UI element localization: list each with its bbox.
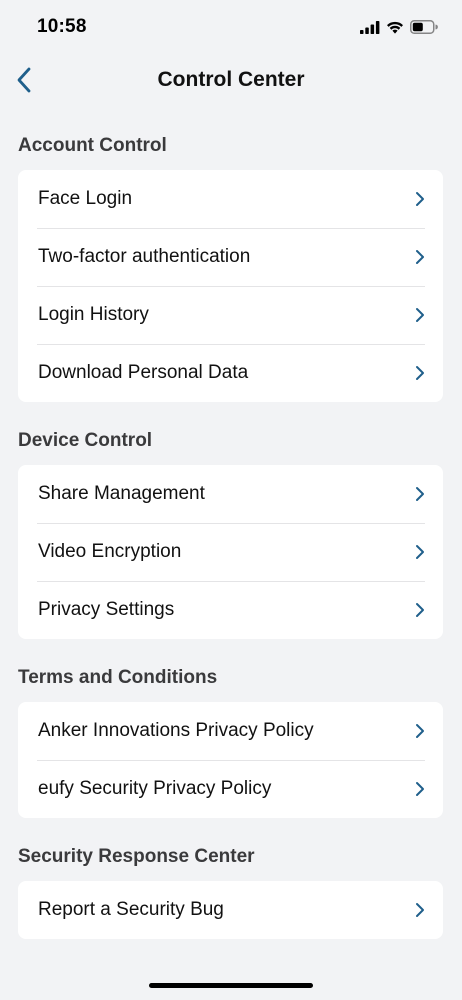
row-anker-privacy-policy[interactable]: Anker Innovations Privacy Policy [18, 702, 443, 760]
security-response-card: Report a Security Bug [18, 881, 443, 939]
chevron-right-icon [415, 365, 425, 381]
chevron-right-icon [415, 602, 425, 618]
chevron-right-icon [415, 191, 425, 207]
chevron-right-icon [415, 249, 425, 265]
status-time: 10:58 [37, 16, 87, 37]
chevron-right-icon [415, 781, 425, 797]
row-label: eufy Security Privacy Policy [38, 778, 272, 799]
row-label: Login History [38, 304, 149, 325]
row-label: Privacy Settings [38, 599, 175, 620]
section-terms-and-conditions: Terms and Conditions Anker Innovations P… [0, 639, 462, 818]
settings-list: Account Control Face Login Two-factor au… [0, 110, 462, 939]
row-video-encryption[interactable]: Video Encryption [18, 523, 443, 581]
row-label: Two-factor authentication [38, 246, 251, 267]
battery-icon [410, 20, 438, 39]
row-share-management[interactable]: Share Management [18, 465, 443, 523]
chevron-right-icon [415, 902, 425, 918]
row-face-login[interactable]: Face Login [18, 170, 443, 228]
row-report-security-bug[interactable]: Report a Security Bug [18, 881, 443, 939]
home-indicator[interactable] [149, 983, 313, 988]
section-header: Terms and Conditions [18, 667, 218, 688]
section-device-control: Device Control Share Management Video En… [0, 402, 462, 639]
status-bar: 10:58 [0, 0, 462, 54]
chevron-right-icon [415, 307, 425, 323]
row-eufy-privacy-policy[interactable]: eufy Security Privacy Policy [18, 760, 443, 818]
section-security-response-center: Security Response Center Report a Securi… [0, 818, 462, 939]
chevron-right-icon [415, 544, 425, 560]
row-label: Report a Security Bug [38, 899, 224, 920]
section-header: Security Response Center [18, 846, 255, 867]
section-header: Device Control [18, 430, 153, 451]
chevron-right-icon [415, 486, 425, 502]
section-account-control: Account Control Face Login Two-factor au… [0, 110, 462, 402]
row-login-history[interactable]: Login History [18, 286, 443, 344]
row-two-factor-authentication[interactable]: Two-factor authentication [18, 228, 443, 286]
row-label: Face Login [38, 188, 133, 209]
account-control-card: Face Login Two-factor authentication Log… [18, 170, 443, 402]
terms-card: Anker Innovations Privacy Policy eufy Se… [18, 702, 443, 818]
chevron-right-icon [415, 723, 425, 739]
device-control-card: Share Management Video Encryption Privac… [18, 465, 443, 639]
row-label: Anker Innovations Privacy Policy [38, 720, 314, 741]
status-icons [360, 20, 438, 39]
row-label: Share Management [38, 483, 205, 504]
page-title: Control Center [157, 68, 305, 91]
section-header: Account Control [18, 135, 167, 156]
row-download-personal-data[interactable]: Download Personal Data [18, 344, 443, 402]
cellular-signal-icon [360, 20, 380, 39]
nav-bar: Control Center [0, 54, 462, 110]
wifi-icon [386, 21, 404, 39]
row-label: Video Encryption [38, 541, 182, 562]
row-privacy-settings[interactable]: Privacy Settings [18, 581, 443, 639]
row-label: Download Personal Data [38, 362, 249, 383]
